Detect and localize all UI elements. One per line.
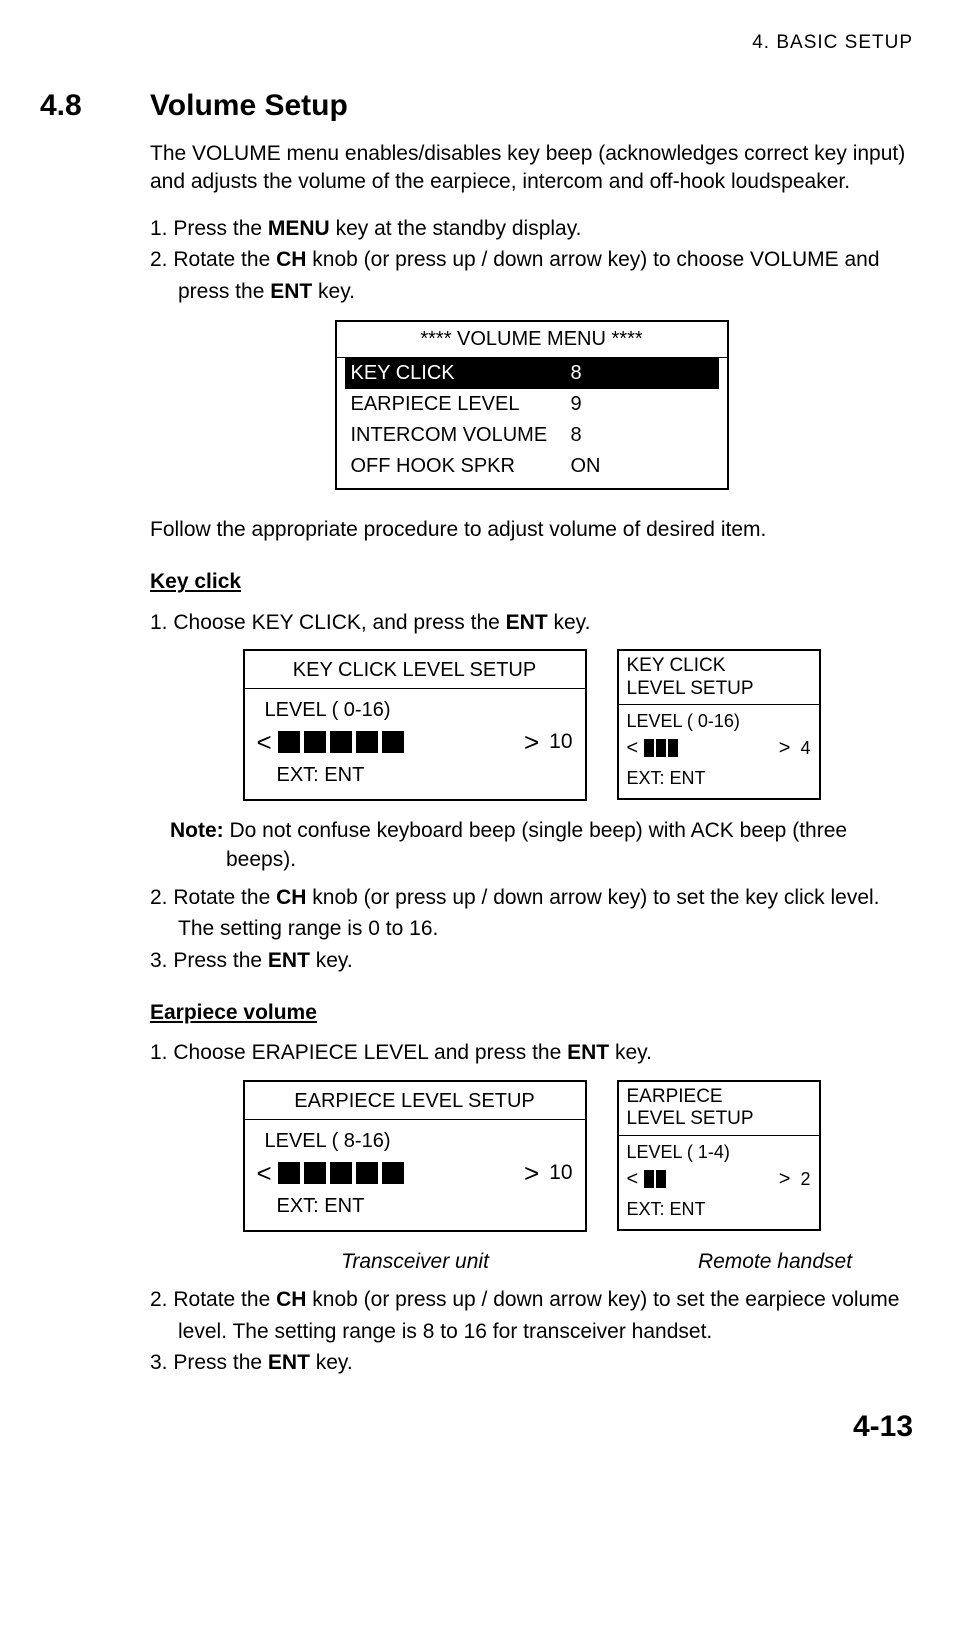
keyclick-panel-transceiver: KEY CLICK LEVEL SETUP LEVEL ( 0-16) < > … (243, 649, 587, 801)
earpiece-panels-row: EARPIECE LEVEL SETUP LEVEL ( 8-16) < > 1… (150, 1080, 913, 1232)
caption-remote: Remote handset (650, 1248, 900, 1276)
level-bars (644, 739, 678, 757)
section-number: 4.8 (40, 86, 150, 127)
earpiece-panel-remote: EARPIECE LEVEL SETUP LEVEL ( 1-4) < > 2 … (617, 1080, 821, 1231)
intro-paragraph: The VOLUME menu enables/disables key bee… (150, 140, 913, 197)
follow-text: Follow the appropriate procedure to adju… (150, 516, 913, 544)
keyclick-panels-row: KEY CLICK LEVEL SETUP LEVEL ( 0-16) < > … (150, 649, 913, 801)
earpiece-step-2-cont: level. The setting range is 8 to 16 for … (178, 1318, 913, 1346)
volume-menu-figure: **** VOLUME MENU **** KEY CLICK 8 EARPIE… (335, 320, 729, 490)
volume-menu-title: **** VOLUME MENU **** (337, 322, 727, 358)
menu-row-earpiece: EARPIECE LEVEL 9 (337, 389, 727, 420)
greater-than-icon: > (524, 1160, 539, 1186)
less-than-icon: < (257, 1160, 272, 1186)
level-bars (278, 731, 404, 753)
keyclick-note: Note: Do not confuse keyboard beep (sing… (170, 817, 913, 845)
running-head: 4. BASIC SETUP (40, 30, 913, 56)
keyclick-note-cont: beeps). (226, 846, 913, 874)
intro-step-2: 2. Rotate the CH knob (or press up / dow… (150, 246, 913, 274)
greater-than-icon: > (779, 1169, 791, 1189)
keyclick-heading: Key click (150, 568, 913, 596)
level-bars (278, 1162, 404, 1184)
section-title-text: Volume Setup (150, 89, 348, 122)
earpiece-panel-transceiver: EARPIECE LEVEL SETUP LEVEL ( 8-16) < > 1… (243, 1080, 587, 1232)
caption-transceiver: Transceiver unit (230, 1248, 600, 1276)
less-than-icon: < (627, 738, 639, 758)
keyclick-step-3: 3. Press the ENT key. (150, 947, 913, 975)
keyclick-step-2-cont: The setting range is 0 to 16. (178, 915, 913, 943)
keyclick-step-2: 2. Rotate the CH knob (or press up / dow… (150, 884, 913, 912)
section-heading: 4.8Volume Setup (40, 86, 913, 127)
keyclick-panel-remote: KEY CLICK LEVEL SETUP LEVEL ( 0-16) < > … (617, 649, 821, 800)
greater-than-icon: > (524, 729, 539, 755)
earpiece-captions: Transceiver unit Remote handset (150, 1248, 913, 1276)
intro-step-2-cont: press the ENT key. (178, 278, 913, 306)
less-than-icon: < (627, 1169, 639, 1189)
earpiece-step-2: 2. Rotate the CH knob (or press up / dow… (150, 1286, 913, 1314)
earpiece-step-3: 3. Press the ENT key. (150, 1349, 913, 1377)
menu-row-key-click: KEY CLICK 8 (345, 358, 719, 389)
level-bars (644, 1170, 666, 1188)
menu-row-offhook: OFF HOOK SPKR ON (337, 451, 727, 482)
page-number: 4-13 (40, 1407, 913, 1448)
menu-row-intercom: INTERCOM VOLUME 8 (337, 420, 727, 451)
keyclick-step-1: 1. Choose KEY CLICK, and press the ENT k… (150, 609, 913, 637)
earpiece-heading: Earpiece volume (150, 999, 913, 1027)
greater-than-icon: > (779, 738, 791, 758)
intro-step-1: 1. Press the MENU key at the standby dis… (150, 215, 913, 243)
less-than-icon: < (257, 729, 272, 755)
earpiece-step-1: 1. Choose ERAPIECE LEVEL and press the E… (150, 1039, 913, 1067)
